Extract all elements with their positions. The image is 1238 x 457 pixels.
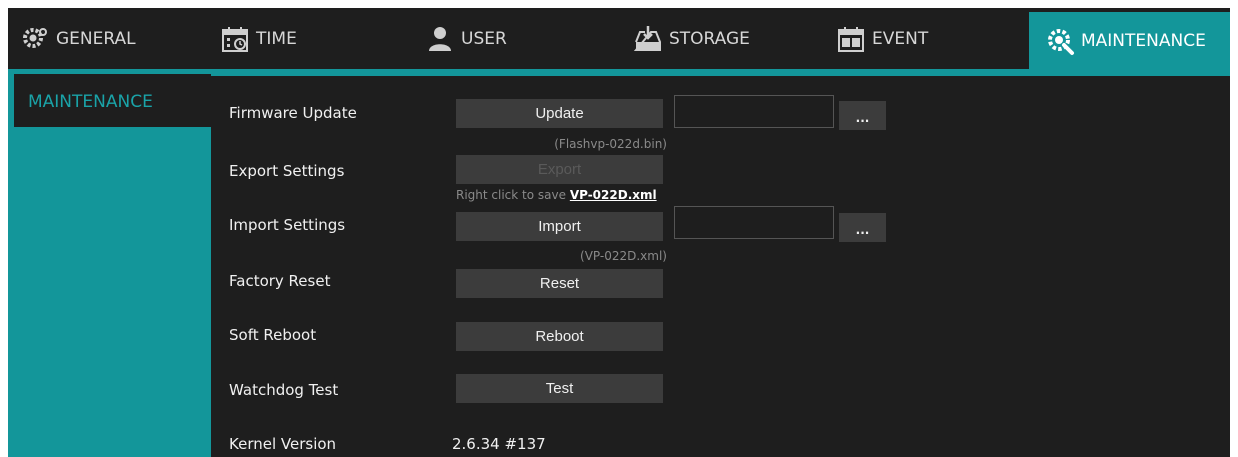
firmware-file-field[interactable]: [674, 95, 834, 128]
reboot-button[interactable]: Reboot: [456, 322, 663, 351]
import-button[interactable]: Import: [456, 212, 663, 241]
import-file-hint: (VP-022D.xml): [580, 249, 667, 263]
factory-reset-label: Factory Reset: [229, 272, 331, 290]
reset-button[interactable]: Reset: [456, 269, 663, 298]
tab-label: USER: [461, 28, 507, 49]
event-calendar-icon: [836, 24, 866, 54]
sidebar-item-maintenance[interactable]: MAINTENANCE: [14, 74, 211, 127]
maintenance-gear-icon: [1045, 26, 1075, 56]
tab-label: MAINTENANCE: [1081, 30, 1206, 51]
test-button[interactable]: Test: [456, 374, 663, 403]
app-frame: GENERAL TIME USER STORAGE EVENT MAINTENA…: [0, 0, 1238, 457]
export-settings-label: Export Settings: [229, 162, 345, 180]
import-file-field[interactable]: [674, 206, 834, 239]
tab-event[interactable]: EVENT: [836, 8, 1016, 69]
gear-icon: [20, 24, 50, 54]
storage-download-icon: [633, 24, 663, 54]
firmware-update-label: Firmware Update: [229, 104, 357, 122]
calendar-clock-icon: [220, 24, 250, 54]
firmware-browse-button[interactable]: ...: [839, 101, 886, 130]
tab-label: GENERAL: [56, 28, 136, 49]
sidebar: MAINTENANCE: [8, 69, 211, 457]
export-file-link[interactable]: VP-022D.xml: [570, 188, 657, 202]
export-hint-text: Right click to save: [456, 188, 566, 202]
soft-reboot-label: Soft Reboot: [229, 326, 317, 344]
tab-user[interactable]: USER: [425, 8, 605, 69]
tab-storage[interactable]: STORAGE: [633, 8, 813, 69]
import-settings-label: Import Settings: [229, 216, 346, 234]
maintenance-panel: Firmware Update Update ... (Flashvp-022d…: [211, 76, 1230, 457]
tab-label: TIME: [256, 28, 297, 49]
update-button[interactable]: Update: [456, 99, 663, 128]
kernel-version-label: Kernel Version: [229, 435, 337, 453]
tab-label: STORAGE: [669, 28, 750, 49]
firmware-file-hint: (Flashvp-022d.bin): [554, 137, 667, 151]
export-save-hint: Right click to save VP-022D.xml: [456, 188, 657, 202]
tab-maintenance[interactable]: MAINTENANCE: [1029, 12, 1230, 69]
user-icon: [425, 24, 455, 54]
tab-label: EVENT: [872, 28, 929, 49]
tab-bar: GENERAL TIME USER STORAGE EVENT MAINTENA…: [8, 8, 1230, 69]
sidebar-item-label: MAINTENANCE: [28, 92, 153, 112]
watchdog-test-label: Watchdog Test: [229, 381, 339, 399]
tab-general[interactable]: GENERAL: [20, 8, 200, 69]
kernel-version-value: 2.6.34 #137: [452, 435, 546, 453]
tab-time[interactable]: TIME: [220, 8, 400, 69]
import-browse-button[interactable]: ...: [839, 213, 886, 242]
export-button[interactable]: Export: [456, 155, 663, 184]
